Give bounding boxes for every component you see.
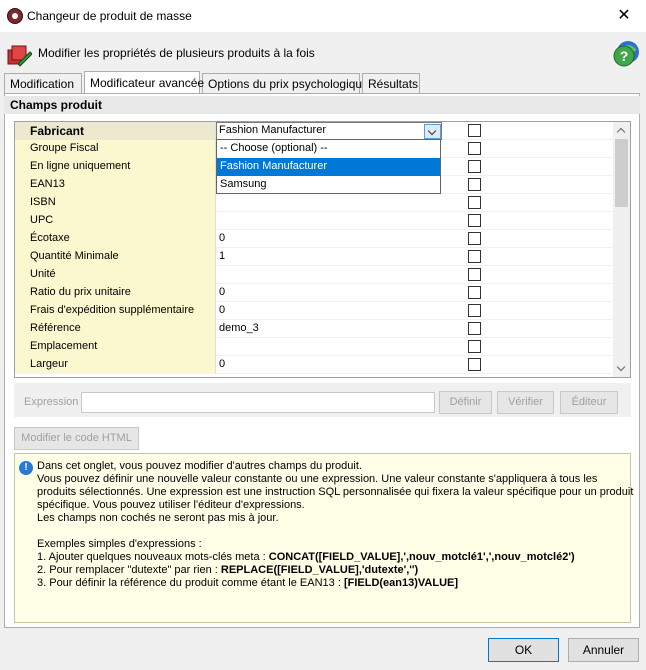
example-code: CONCAT([FIELD_VALUE],',nouv_motclé1',',n… [268,551,575,563]
dropdown-option[interactable]: -- Choose (optional) -- [217,140,440,158]
row-label: UPC [15,212,216,230]
row-checkbox[interactable] [468,322,481,335]
example-line: 1. Ajouter quelques nouveaux mots-clés m… [37,551,627,564]
row-checkbox[interactable] [468,196,481,209]
scroll-up-icon[interactable] [613,122,630,139]
define-button[interactable]: Définir [439,391,492,414]
info-line: produits sélectionnés. Une expression es… [37,486,634,498]
row-label: Ratio du prix unitaire [15,284,216,302]
row-label: Quantité Minimale [15,248,216,266]
row-value[interactable]: 0 [217,230,457,248]
info-box: ! Dans cet onglet, vous pouvez modifier … [14,453,634,623]
row-label: Largeur [15,356,216,374]
info-line: Dans cet onglet, vous pouvez modifier d'… [37,460,362,472]
expression-label: Expression [24,396,79,408]
row-checkbox[interactable] [468,178,481,191]
grid-row[interactable]: Écotaxe 0 [15,230,615,248]
scroll-down-icon[interactable] [613,360,630,377]
row-label: EAN13 [15,176,216,194]
example-line: 3. Pour définir la référence du produit … [37,577,627,590]
grid-row-fabricant[interactable]: Fabricant Fashion Manufacturer [15,122,615,140]
row-checkbox[interactable] [468,286,481,299]
window-title: Changeur de produit de masse [27,9,192,23]
scroll-thumb[interactable] [615,139,628,207]
manufacturer-dropdown-list[interactable]: -- Choose (optional) -- Fashion Manufact… [216,139,441,194]
dropdown-option[interactable]: Samsung [217,176,440,194]
row-label: Écotaxe [15,230,216,248]
row-checkbox[interactable] [468,160,481,173]
banner-text: Modifier les propriétés de plusieurs pro… [38,46,315,60]
info-line: Les champs non cochés ne seront pas mis … [37,512,279,524]
row-checkbox[interactable] [468,268,481,281]
row-checkbox[interactable] [468,232,481,245]
example-line: 2. Pour remplacer "dutexte" par rien : R… [37,564,627,577]
row-label: ISBN [15,194,216,212]
grid-row[interactable]: Unité [15,266,615,284]
tab-modification[interactable]: Modification [4,73,82,93]
section-header: Champs produit [4,96,640,114]
grid-row[interactable]: ISBN [15,194,615,212]
row-checkbox[interactable] [468,214,481,227]
row-label: Groupe Fiscal [15,140,216,158]
example-code: [FIELD(ean13)VALUE] [343,577,459,589]
products-edit-icon [7,45,32,67]
title-bar: Changeur de produit de masse ✕ [0,0,646,32]
grid-row[interactable]: Largeur 0 [15,356,615,374]
help-icon[interactable]: ? [611,39,641,69]
tab-psychological-price[interactable]: Options du prix psychologique [202,73,369,93]
row-checkbox[interactable] [468,250,481,263]
editor-button[interactable]: Éditeur [560,391,618,414]
row-checkbox[interactable] [468,340,481,353]
row-label: Fabricant [15,122,216,140]
info-line: Vous pouvez définir une nouvelle valeur … [37,473,598,485]
row-checkbox[interactable] [468,142,481,155]
row-checkbox[interactable] [468,358,481,371]
info-line: Exemples simples d'expressions : [37,538,202,550]
grid-row[interactable]: Emplacement [15,338,615,356]
manufacturer-combo[interactable]: Fashion Manufacturer [216,122,442,140]
verify-button[interactable]: Vérifier [497,391,554,414]
tab-advanced-modifier[interactable]: Modificateur avancée [84,71,204,93]
cancel-button[interactable]: Annuler [568,638,639,662]
row-value[interactable] [217,266,457,284]
row-label: Emplacement [15,338,216,356]
row-label: Référence [15,320,216,338]
row-checkbox[interactable] [468,304,481,317]
row-value[interactable] [217,194,457,212]
grid-row[interactable]: Quantité Minimale 1 [15,248,615,266]
tab-results[interactable]: Résultats [362,73,420,93]
example-text: 2. Pour remplacer "dutexte" par rien : [37,564,221,576]
example-text: 1. Ajouter quelques nouveaux mots-clés m… [37,551,269,563]
grid-row[interactable]: Ratio du prix unitaire 0 [15,284,615,302]
svg-text:?: ? [620,48,629,64]
row-value[interactable]: demo_3 [217,320,457,338]
row-value[interactable] [217,212,457,230]
expression-input[interactable] [81,392,435,413]
close-button[interactable]: ✕ [612,4,636,28]
row-value[interactable]: 0 [217,302,457,320]
info-text: Dans cet onglet, vous pouvez modifier d'… [37,460,634,590]
row-value[interactable]: 0 [217,284,457,302]
example-code: REPLACE([FIELD_VALUE],'dutexte','') [220,564,419,576]
grid-row[interactable]: UPC [15,212,615,230]
example-text: 3. Pour définir la référence du produit … [37,577,344,589]
row-checkbox[interactable] [468,124,481,137]
edit-html-button[interactable]: Modifier le code HTML [14,427,139,450]
ok-button[interactable]: OK [488,638,559,662]
grid-row[interactable]: Frais d'expédition supplémentaire 0 [15,302,615,320]
dropdown-option-selected[interactable]: Fashion Manufacturer [217,158,440,176]
row-value[interactable] [217,338,457,356]
row-label: Frais d'expédition supplémentaire [15,302,216,320]
row-label: Unité [15,266,216,284]
grid-scrollbar[interactable] [613,122,630,377]
app-icon [7,8,23,24]
row-label: En ligne uniquement [15,158,216,176]
info-line: spécifique. Vous pouvez utiliser l'édite… [37,499,305,511]
row-value[interactable]: 1 [217,248,457,266]
info-icon: ! [19,461,33,475]
row-value[interactable]: 0 [217,356,457,374]
info-line [37,525,627,538]
chevron-down-icon[interactable] [424,124,441,139]
grid-row[interactable]: Référence demo_3 [15,320,615,338]
